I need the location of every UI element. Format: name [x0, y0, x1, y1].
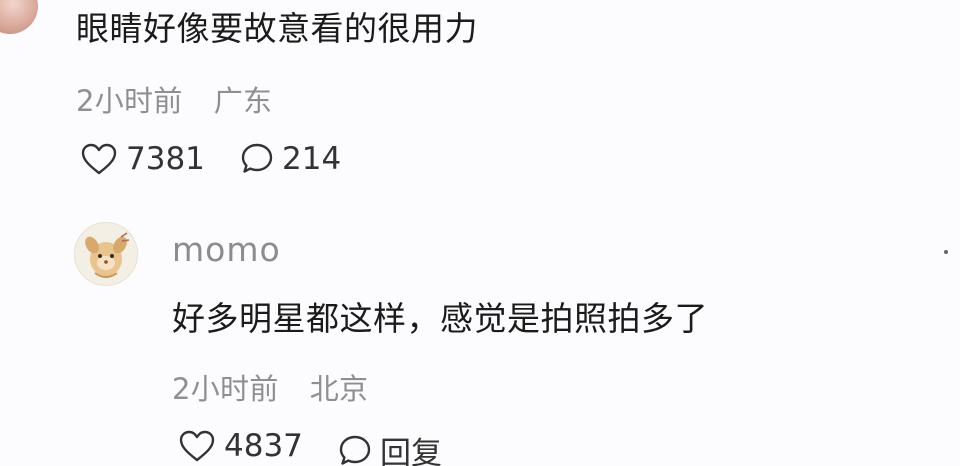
reply-avatar[interactable]	[74, 222, 138, 286]
reply-reply-button[interactable]: 回复	[338, 428, 442, 466]
cartoon-avatar-icon	[85, 232, 130, 278]
reply-text: 好多明星都这样，感觉是拍照拍多了	[172, 299, 708, 338]
comment-location: 广东	[213, 84, 273, 118]
comment-text: 眼睛好像要故意看的很用力	[76, 9, 478, 48]
reply-like-button[interactable]: 4837	[178, 428, 303, 464]
reply-like-count: 4837	[224, 428, 303, 464]
comment-time: 2小时前	[76, 84, 183, 118]
commenter-avatar[interactable]	[0, 0, 38, 34]
speech-bubble-icon	[339, 435, 371, 465]
speech-bubble-icon	[241, 143, 273, 173]
reply-meta: 2小时前 北京	[172, 366, 368, 408]
comment-like-count: 7381	[126, 141, 205, 177]
reply-location: 北京	[309, 372, 369, 406]
heart-icon	[81, 143, 117, 175]
reply-reply-label: 回复	[380, 436, 442, 466]
reply-username[interactable]: momo	[172, 230, 281, 269]
comment-meta: 2小时前 广东	[76, 78, 272, 120]
heart-icon	[179, 430, 215, 462]
comment-reply-count: 214	[282, 141, 342, 177]
comment-thread: 眼睛好像要故意看的很用力 2小时前 广东 7381 214 momo 好多明星都…	[0, 0, 960, 466]
comment-like-button[interactable]: 7381	[80, 141, 205, 177]
reply-time: 2小时前	[172, 372, 279, 406]
comment-replies-button[interactable]: 214	[240, 141, 341, 177]
more-dot-icon[interactable]	[944, 250, 948, 254]
